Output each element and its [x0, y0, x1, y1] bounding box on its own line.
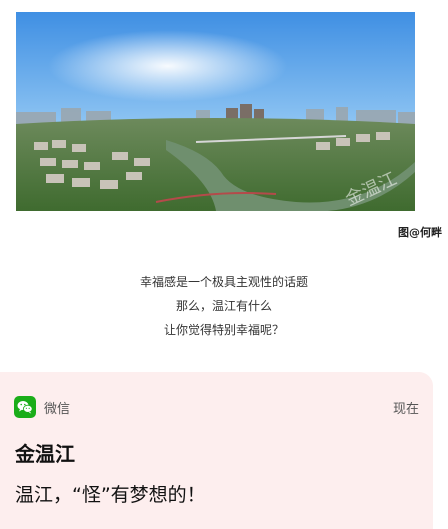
notification-sender: 金温江: [15, 442, 75, 466]
notification-time: 现在: [392, 402, 419, 417]
wechat-notification[interactable]: 微信 现在 金温江 温江，“怪”有梦想的！: [0, 372, 433, 529]
caption: 幸福感是一个极具主观性的话题 那么，温江有什么 让你觉得特别幸福呢？: [0, 270, 448, 342]
photo-credit: 图@何畔: [398, 226, 442, 239]
caption-line: 幸福感是一个极具主观性的话题: [139, 275, 308, 289]
app-name: 微信: [44, 402, 71, 417]
notification-message: 温江，“怪”有梦想的！: [15, 484, 206, 506]
notification-header: 微信 现在: [14, 396, 419, 418]
wechat-icon: [14, 396, 36, 418]
caption-line: 那么，温江有什么: [175, 299, 272, 313]
caption-line: 让你觉得特别幸福呢？: [163, 323, 284, 337]
aerial-photo: 金温江: [16, 12, 415, 211]
aerial-panorama-image: 金温江: [16, 12, 415, 211]
